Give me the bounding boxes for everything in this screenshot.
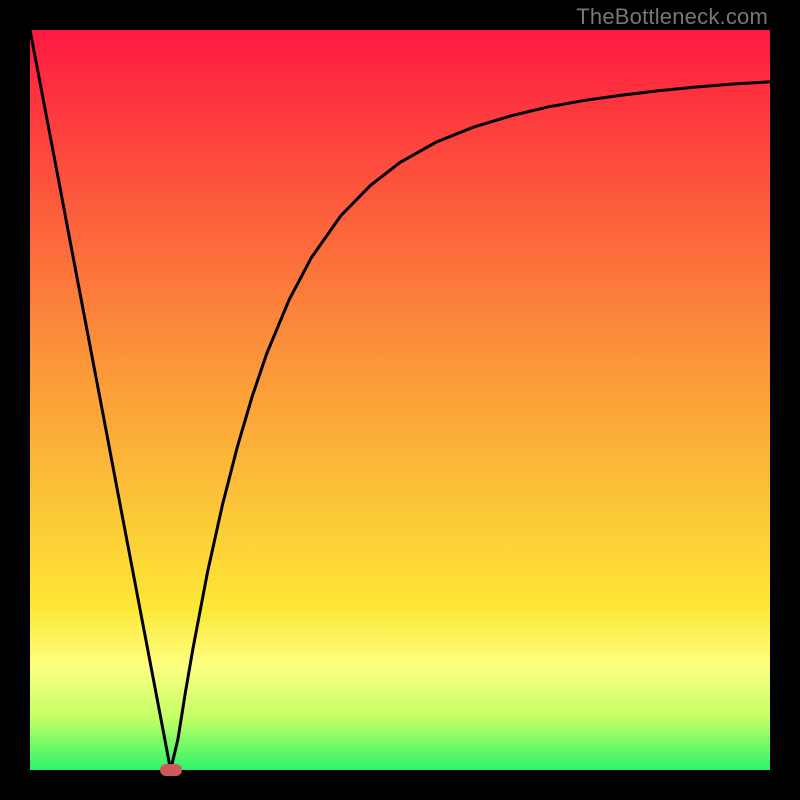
watermark-text: TheBottleneck.com [576,4,768,30]
gradient-backdrop [30,30,770,770]
bottleneck-chart [30,30,770,770]
chart-frame [30,30,770,770]
optimal-marker [160,764,182,776]
